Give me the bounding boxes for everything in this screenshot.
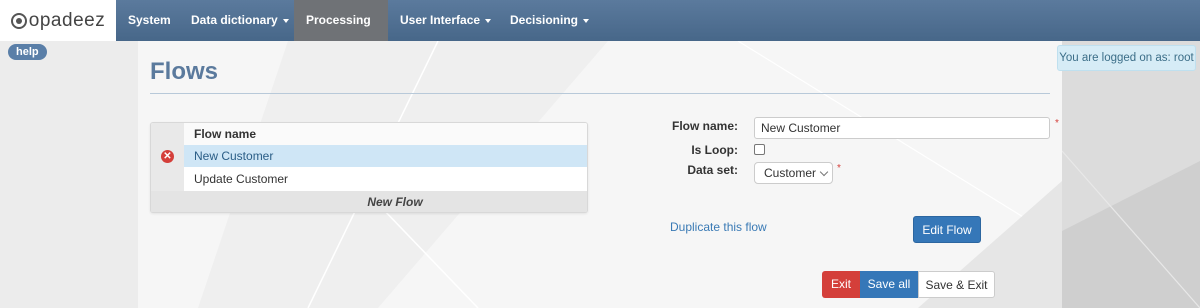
title-divider (150, 93, 1050, 94)
duplicate-flow-link[interactable]: Duplicate this flow (670, 220, 767, 234)
logo-icon (10, 12, 27, 29)
logo-text: opadeez (28, 9, 106, 31)
chevron-down-icon (819, 167, 829, 177)
nav-processing[interactable]: Processing (294, 0, 388, 64)
is-loop-checkbox[interactable] (754, 144, 765, 155)
nav-system[interactable]: System (116, 0, 183, 41)
caret-down-icon (485, 18, 492, 23)
required-marker: * (1055, 118, 1059, 129)
required-marker: * (837, 163, 841, 174)
nav-data-dictionary[interactable]: Data dictionary (179, 0, 301, 41)
new-flow-button[interactable]: New Flow (151, 191, 587, 212)
nav-user-interface[interactable]: User Interface (388, 0, 503, 41)
delete-circle-icon[interactable]: ✕ (161, 150, 174, 163)
save-all-button[interactable]: Save all (860, 271, 918, 298)
table-row[interactable]: New Customer (184, 145, 587, 167)
top-navbar: opadeez System Data dictionary Processin… (0, 0, 1200, 64)
data-set-value: Customer (764, 166, 817, 180)
caret-down-icon (282, 18, 289, 23)
page-title: Flows (150, 58, 219, 85)
nav-decisioning[interactable]: Decisioning (498, 0, 601, 41)
caret-down-icon (583, 18, 590, 23)
exit-button[interactable]: Exit (822, 271, 860, 298)
flows-table: Flow name New Customer Update Customer ✕… (150, 122, 588, 213)
data-set-select[interactable]: Customer (754, 162, 833, 184)
edit-flow-button[interactable]: Edit Flow (913, 216, 981, 243)
column-header-flow-name: Flow name (184, 123, 587, 145)
save-and-exit-button[interactable]: Save & Exit (918, 271, 995, 298)
logo[interactable]: opadeez (0, 0, 116, 41)
right-gutter (1062, 41, 1200, 308)
flow-name-label: Flow name: (671, 119, 738, 133)
is-loop-label: Is Loop: (691, 143, 738, 157)
table-row[interactable]: Update Customer (184, 168, 587, 190)
data-set-label: Data set: (687, 163, 738, 177)
flow-name-input[interactable] (754, 117, 1050, 139)
login-status: You are logged on as: root (1057, 45, 1196, 71)
help-button[interactable]: help (8, 44, 47, 60)
gutter-decoration (1062, 150, 1200, 308)
